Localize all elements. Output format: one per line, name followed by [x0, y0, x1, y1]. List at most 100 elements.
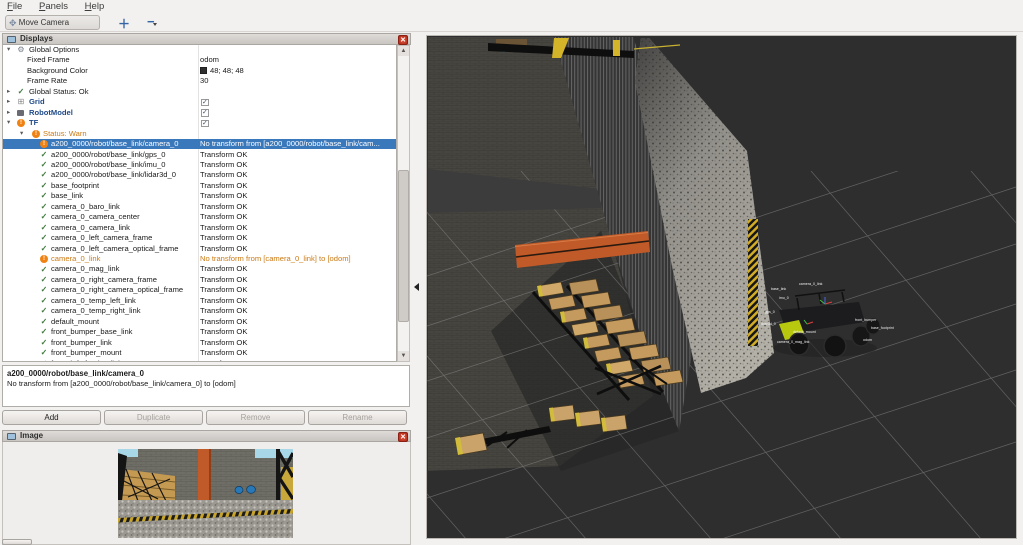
tf-frame-row[interactable]: ✓ front_bumper_mount Transform OK: [3, 348, 396, 358]
tf-frame-row[interactable]: ✓ default_mount Transform OK: [3, 317, 396, 327]
ok-icon: ✓: [40, 212, 48, 222]
ok-icon: ✓: [40, 149, 48, 159]
tf-frame-row[interactable]: ✓ base_footprint Transform OK: [3, 180, 396, 191]
tf-frame-row[interactable]: ✓ camera_0_left_camera_optical_frame Trans…: [3, 243, 396, 254]
row-value: 48; 48; 48: [200, 66, 396, 76]
display-row[interactable]: Frame Rate 30: [3, 76, 396, 86]
status-detail-box: a200_0000/robot/base_link/camera_0 No tr…: [2, 365, 410, 407]
row-label: RobotModel: [29, 107, 73, 117]
row-label: camera_0_right_camera_optical_frame: [51, 285, 184, 295]
row-label: camera_0_left_camera_optical_frame: [51, 243, 179, 253]
tf-frame-row[interactable]: ✓ camera_0_right_camera_optical_frame Tran…: [3, 285, 396, 295]
displays-tree[interactable]: ▾ ⚙ Global Options Fixed Frame odom Backgroun…: [2, 45, 397, 362]
add-button[interactable]: Add: [2, 410, 101, 425]
display-row[interactable]: ▾! TF ✓: [3, 118, 396, 128]
tf-frame-row[interactable]: ✓ base_link Transform OK: [3, 191, 396, 201]
tf-frame-row[interactable]: ✓ a200_0000/robot/base_link/lidar3d_0 Tran…: [3, 170, 396, 180]
row-value: Transform OK: [200, 170, 248, 180]
render-viewport[interactable]: base_link camera_0_link imu_0 gps_0 lida…: [426, 35, 1017, 539]
add-tool-icon[interactable]: ＋: [118, 15, 130, 32]
tf-frame-row[interactable]: ✓ camera_0_temp_left_link Transform OK: [3, 295, 396, 306]
scrollbar-thumb[interactable]: [398, 170, 409, 322]
tf-frame-row[interactable]: ✓ front_bumper_base_link Transform OK: [3, 327, 396, 337]
row-label: a200_0000/robot/base_link/gps_0: [51, 149, 166, 159]
tf-frame-row[interactable]: ! camera_0_link No transform from [camera_…: [3, 254, 396, 264]
row-label: Frame Rate: [27, 76, 68, 86]
display-row[interactable]: ▾! Status: Warn: [3, 129, 396, 139]
row-value: Transform OK: [200, 180, 248, 190]
collapse-arrow-icon[interactable]: ▾: [20, 129, 23, 139]
expand-arrow-icon[interactable]: ▸: [7, 97, 10, 107]
tf-frame-row[interactable]: ✓ camera_0_camera_center Transform OK: [3, 212, 396, 222]
ok-icon: ✓: [40, 295, 48, 305]
svg-text:base_footprint: base_footprint: [871, 326, 894, 330]
remove-tool-icon[interactable]: −: [147, 14, 157, 29]
row-label: camera_0_left_camera_frame: [51, 233, 153, 243]
tf-frame-row[interactable]: ! a200_0000/robot/base_link/camera_0 No tr…: [3, 139, 396, 150]
row-value: Transform OK: [200, 222, 248, 232]
display-row[interactable]: Background Color 48; 48; 48: [3, 66, 396, 76]
row-value: No transform from [a200_0000/robot/base_…: [200, 139, 380, 149]
expand-arrow-icon[interactable]: ▸: [7, 87, 10, 97]
row-value: 30: [200, 76, 209, 86]
tf-frame-row[interactable]: ✓ camera_0_left_camera_frame Transform OK: [3, 233, 396, 243]
collapse-arrow-icon[interactable]: ▾: [7, 45, 10, 55]
partial-button[interactable]: [2, 539, 32, 545]
display-row[interactable]: ▸ ⊞ Grid ✓: [3, 97, 396, 107]
enabled-checkbox[interactable]: ✓: [201, 109, 209, 117]
row-label: Global Status: Ok: [29, 86, 89, 96]
scroll-up-button[interactable]: ▲: [398, 46, 409, 56]
displays-panel-title: Displays: [20, 34, 53, 43]
row-value: odom: [200, 55, 219, 65]
warn-icon: !: [32, 129, 40, 138]
display-row[interactable]: ▸ ✓ Global Status: Ok: [3, 86, 396, 97]
collapse-arrow-icon[interactable]: ▾: [7, 118, 10, 128]
image-close-button[interactable]: ✕: [398, 432, 408, 442]
tf-frame-row[interactable]: ✓ camera_0_baro_link Transform OK: [3, 201, 396, 212]
svg-text:camera_0_link: camera_0_link: [799, 282, 823, 286]
expand-arrow-icon[interactable]: ▸: [7, 108, 10, 118]
remove-button[interactable]: Remove: [206, 410, 305, 425]
row-label: front_bumper_base_link: [51, 327, 133, 337]
row-value: No transform from [camera_0_link] to [od…: [200, 254, 351, 263]
displays-close-button[interactable]: ✕: [398, 35, 408, 45]
menu-file[interactable]: File: [0, 0, 29, 13]
display-row[interactable]: Fixed Frame odom: [3, 55, 396, 65]
row-label: camera_0_camera_center: [51, 212, 140, 222]
ok-icon: ✓: [40, 243, 48, 253]
display-row[interactable]: ▾ ⚙ Global Options: [3, 45, 396, 55]
move-camera-tool-button[interactable]: ✥ Move Camera: [5, 15, 100, 30]
ok-icon: ✓: [17, 86, 25, 96]
tf-frame-row[interactable]: ✓ a200_0000/robot/base_link/imu_0 Transfor…: [3, 160, 396, 170]
svg-text:odom: odom: [863, 338, 872, 342]
enabled-checkbox[interactable]: ✓: [201, 119, 209, 128]
ok-icon: ✓: [40, 348, 48, 358]
duplicate-button[interactable]: Duplicate: [104, 410, 203, 425]
ok-icon: ✓: [40, 191, 48, 201]
svg-text:lidar3d_0: lidar3d_0: [761, 322, 776, 326]
menu-help[interactable]: Help: [78, 0, 112, 13]
tree-scrollbar[interactable]: ▲ ▼: [397, 45, 410, 362]
tf-frame-row[interactable]: ✓ camera_0_camera_link Transform OK: [3, 222, 396, 233]
tf-frame-row[interactable]: ✓ camera_0_right_camera_frame Transform OK: [3, 275, 396, 285]
row-value: Transform OK: [200, 233, 248, 243]
enabled-checkbox[interactable]: ✓: [201, 98, 209, 107]
status-detail-message: No transform from [a200_0000/robot/base_…: [7, 379, 236, 388]
tf-frame-row[interactable]: ✓ front_bumper_link Transform OK: [3, 338, 396, 348]
tf-frame-row[interactable]: ✓ camera_0_mag_link Transform OK: [3, 264, 396, 274]
display-row[interactable]: ▸ RobotModel ✓: [3, 107, 396, 118]
tf-frame-row[interactable]: ✓ camera_0_temp_right_link Transform OK: [3, 306, 396, 316]
splitter-collapse-icon[interactable]: [414, 283, 419, 291]
menu-panels[interactable]: Panels: [32, 0, 75, 13]
tf-frame-row[interactable]: ✓front_left_fender_link Transform OK: [3, 359, 396, 362]
svg-text:imu_0: imu_0: [779, 296, 789, 300]
svg-text:gps_0: gps_0: [765, 310, 775, 314]
row-value: Transform OK: [200, 306, 248, 316]
robot-icon: [17, 109, 24, 116]
tf-frame-row[interactable]: ✓ a200_0000/robot/base_link/gps_0 Transfor…: [3, 149, 396, 160]
rename-button[interactable]: Rename: [308, 410, 407, 425]
image-panel-header[interactable]: Image ✕: [2, 430, 411, 442]
row-value: Transform OK: [200, 201, 248, 211]
scroll-down-button[interactable]: ▼: [398, 351, 409, 361]
displays-panel-header[interactable]: Displays ✕: [2, 33, 411, 45]
